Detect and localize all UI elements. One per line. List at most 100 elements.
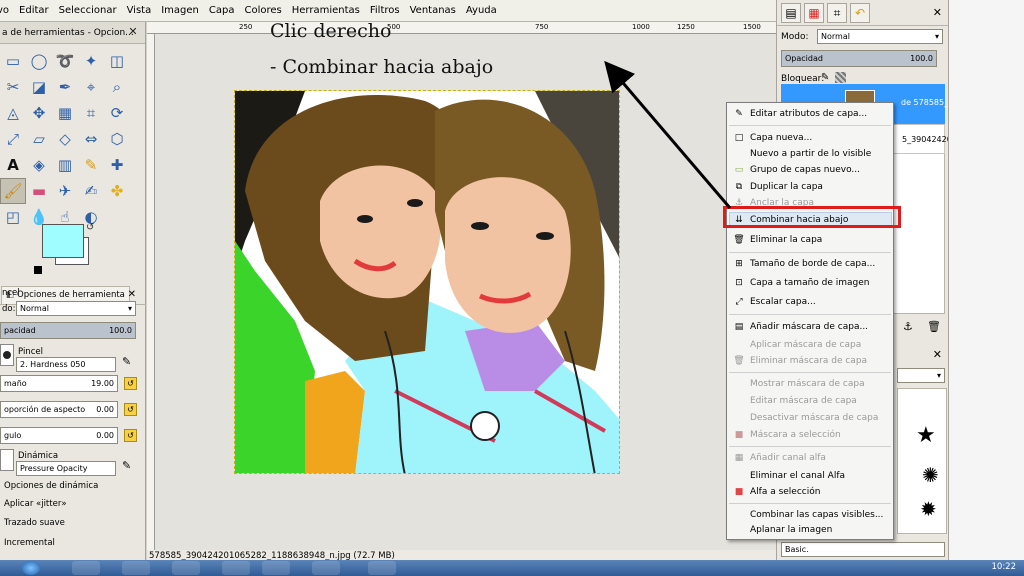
delete-layer-icon[interactable]: 🗑: [927, 320, 941, 333]
lock-alpha-icon[interactable]: [835, 72, 846, 83]
crop-tool-icon[interactable]: ⌗: [78, 100, 104, 126]
menu-item-flatten-image[interactable]: Aplanar la imagen: [727, 522, 893, 538]
menu-item-edit-layer-mask[interactable]: Editar máscara de capa: [727, 393, 893, 409]
brush-preview[interactable]: [0, 344, 14, 366]
incremental-checkbox[interactable]: Incremental: [4, 538, 55, 548]
menu-file[interactable]: vo: [0, 5, 9, 16]
measure-tool-icon[interactable]: ◬: [0, 100, 26, 126]
menu-item-layer-boundary-size[interactable]: ⊞ Tamaño de borde de capa...: [727, 256, 893, 272]
foreground-select-tool-icon[interactable]: ◪: [26, 74, 52, 100]
color-picker-tool-icon[interactable]: ⌖: [78, 74, 104, 100]
pencil-tool-icon[interactable]: ✎: [78, 152, 104, 178]
anchor-icon[interactable]: ⚓: [903, 320, 913, 333]
free-select-tool-icon[interactable]: ➰: [52, 48, 78, 74]
dynamics-field[interactable]: Pressure Opacity: [16, 461, 116, 476]
heal-tool-icon[interactable]: ✚: [104, 152, 130, 178]
zoom-tool-icon[interactable]: ⌕: [104, 74, 130, 100]
taskbar-app-icon[interactable]: [72, 561, 100, 575]
menu-item-new-layer-group[interactable]: ▭ Grupo de capas nuevo...: [727, 162, 893, 178]
menu-item-scale-layer[interactable]: ⤢ Escalar capa...: [727, 294, 893, 310]
start-button-icon[interactable]: [22, 561, 40, 575]
fuzzy-select-tool-icon[interactable]: ✦: [78, 48, 104, 74]
image-photo[interactable]: [234, 90, 620, 474]
close-icon[interactable]: ✕: [127, 26, 139, 38]
close-icon[interactable]: ✕: [128, 289, 136, 300]
menu-item-layer-to-image-size[interactable]: ⊡ Capa a tamaño de imagen: [727, 275, 893, 291]
menu-item-remove-alpha-channel[interactable]: Eliminar el canal Alfa: [727, 468, 893, 484]
color-select-tool-icon[interactable]: ◫: [104, 48, 130, 74]
menu-item-duplicate-layer[interactable]: ⧉ Duplicar la capa: [727, 179, 893, 195]
menu-layer[interactable]: Capa: [209, 5, 235, 16]
layer-opacity-slider[interactable]: Opacidad 100.0: [781, 50, 937, 67]
brush-tag-field[interactable]: Basic.: [781, 542, 945, 557]
brush-field[interactable]: 2. Hardness 050: [16, 357, 116, 372]
menu-item-new-from-visible[interactable]: Nuevo a partir de lo visible: [727, 146, 893, 162]
jitter-checkbox[interactable]: Aplicar «jitter»: [4, 499, 67, 509]
undo-tab-icon[interactable]: ↶: [850, 2, 870, 23]
rect-select-tool-icon[interactable]: ▭: [0, 48, 26, 74]
menu-item-delete-layer[interactable]: 🗑 Eliminar la capa: [727, 232, 893, 248]
layers-tab-icon[interactable]: ▤: [781, 2, 801, 23]
opacity-slider[interactable]: pacidad 100.0: [0, 322, 136, 339]
eraser-tool-icon[interactable]: ▬: [26, 178, 52, 204]
bucket-fill-tool-icon[interactable]: ◈: [26, 152, 52, 178]
dynamics-preview-icon[interactable]: [0, 449, 14, 471]
menu-item-show-layer-mask[interactable]: Mostrar máscara de capa: [727, 376, 893, 392]
reset-size-icon[interactable]: ↺: [124, 377, 137, 390]
rotate-tool-icon[interactable]: ⟳: [104, 100, 130, 126]
menu-select[interactable]: Seleccionar: [59, 5, 117, 16]
dynamics-options-expander[interactable]: Opciones de dinámica: [4, 481, 98, 491]
align-tool-icon[interactable]: ▦: [52, 100, 78, 126]
paths-tab-icon[interactable]: ⌗: [827, 2, 847, 23]
menu-item-apply-layer-mask[interactable]: Aplicar máscara de capa: [727, 337, 893, 353]
menu-item-merge-visible-layers[interactable]: Combinar las capas visibles...: [727, 507, 893, 523]
perspective-tool-icon[interactable]: ◇: [52, 126, 78, 152]
menu-item-add-layer-mask[interactable]: ▤ Añadir máscara de capa...: [727, 319, 893, 335]
channels-tab-icon[interactable]: ▦: [804, 2, 824, 23]
menu-windows[interactable]: Ventanas: [410, 5, 456, 16]
menu-item-edit-layer-attributes[interactable]: ✎ Editar atributos de capa...: [727, 106, 893, 122]
edit-dynamics-icon[interactable]: ✎: [122, 459, 131, 472]
menu-item-disable-layer-mask[interactable]: Desactivar máscara de capa: [727, 410, 893, 426]
paths-tool-icon[interactable]: ✒: [52, 74, 78, 100]
perspective-clone-tool-icon[interactable]: ◰: [0, 204, 26, 230]
brush-view-select[interactable]: ▾: [897, 368, 945, 383]
edit-brush-icon[interactable]: ✎: [122, 355, 131, 368]
taskbar-chrome-icon[interactable]: [122, 561, 150, 575]
size-slider[interactable]: maño 19.00: [0, 375, 118, 392]
taskbar-chrome-icon[interactable]: [222, 561, 250, 575]
move-tool-icon[interactable]: ✥: [26, 100, 52, 126]
paintbrush-tool-icon[interactable]: 🖌: [0, 178, 26, 204]
taskbar-powerpoint-icon[interactable]: [312, 561, 340, 575]
menu-item-add-alpha-channel[interactable]: ▦ Añadir canal alfa: [727, 450, 893, 466]
menu-edit[interactable]: Editar: [19, 5, 49, 16]
cage-tool-icon[interactable]: ⬡: [104, 126, 130, 152]
scissors-tool-icon[interactable]: ✂: [0, 74, 26, 100]
menu-tools[interactable]: Herramientas: [292, 5, 360, 16]
ellipse-select-tool-icon[interactable]: ◯: [26, 48, 52, 74]
menu-filters[interactable]: Filtros: [370, 5, 400, 16]
layer-mode-select[interactable]: Normal ▾: [817, 29, 943, 44]
menu-view[interactable]: Vista: [127, 5, 152, 16]
brush-grid[interactable]: ★ ✺ ✹: [897, 388, 947, 534]
mode-select[interactable]: Normal ▾: [16, 301, 136, 316]
menu-item-delete-layer-mask[interactable]: 🗑 Eliminar máscara de capa: [727, 353, 893, 369]
ruler-vertical[interactable]: [147, 34, 155, 550]
text-tool-icon[interactable]: A: [0, 152, 26, 178]
blend-tool-icon[interactable]: ▥: [52, 152, 78, 178]
foreground-color-swatch-top[interactable]: [42, 224, 84, 258]
taskbar-gimp-icon[interactable]: [262, 561, 290, 575]
shear-tool-icon[interactable]: ▱: [26, 126, 52, 152]
lock-pixels-icon[interactable]: ✎: [821, 72, 829, 83]
swap-colors-icon[interactable]: ↺: [86, 222, 94, 233]
menu-help[interactable]: Ayuda: [466, 5, 497, 16]
ruler-horizontal[interactable]: 250 500 750 1000 1250 1500: [147, 22, 776, 34]
smooth-stroke-checkbox[interactable]: Trazado suave: [4, 518, 65, 528]
angle-slider[interactable]: gulo 0.00: [0, 427, 118, 444]
default-colors-icon[interactable]: [34, 266, 42, 274]
scale-tool-icon[interactable]: ⤢: [0, 126, 26, 152]
menu-colors[interactable]: Colores: [244, 5, 281, 16]
aspect-slider[interactable]: oporción de aspecto 0.00: [0, 401, 118, 418]
menu-image[interactable]: Imagen: [161, 5, 199, 16]
menu-item-new-layer[interactable]: □ Capa nueva...: [727, 130, 893, 146]
